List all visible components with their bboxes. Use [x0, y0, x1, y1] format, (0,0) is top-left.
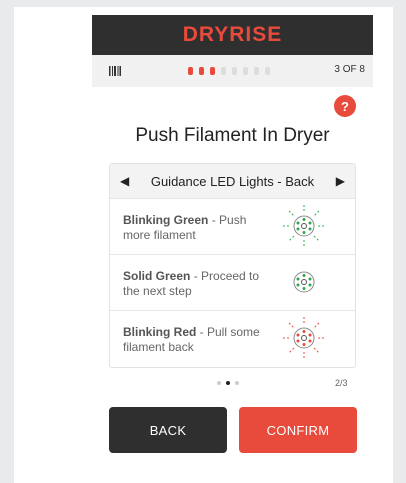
pager-dot[interactable]	[235, 381, 239, 385]
progress-dot	[232, 67, 237, 75]
progress-dot	[188, 67, 193, 75]
step-counter: 3 OF 8	[334, 64, 365, 75]
guidance-row: Blinking Red - Pull some filament back	[110, 310, 355, 366]
pager-dot[interactable]	[226, 381, 230, 385]
guidance-row: Blinking Green - Push more filament	[110, 198, 355, 254]
page-title: Push Filament In Dryer	[135, 125, 330, 146]
guidance-row-text: Blinking Red - Pull some filament back	[123, 325, 273, 355]
guidance-row-text: Blinking Green - Push more filament	[123, 213, 273, 243]
guidance-row-text: Solid Green - Proceed to the next step	[123, 269, 273, 299]
progress-dot	[210, 67, 215, 75]
guidance-header: ◀ Guidance LED Lights - Back ▶	[110, 164, 355, 198]
pager-counter: 2/3	[335, 378, 348, 388]
guidance-title: Guidance LED Lights - Back	[150, 173, 315, 189]
guidance-card: ◀ Guidance LED Lights - Back ▶ Blinking …	[109, 163, 356, 368]
blinking-red-led-icon	[283, 317, 325, 359]
blinking-green-led-icon	[283, 205, 325, 247]
progress-dot	[221, 67, 226, 75]
pager-dot[interactable]	[217, 381, 221, 385]
prev-arrow-icon[interactable]: ◀	[120, 174, 129, 188]
app-panel: DRYRISE 3 OF 8 ? Push Filament In Dryer …	[92, 15, 373, 475]
help-button[interactable]: ?	[334, 95, 356, 117]
confirm-button[interactable]: CONFIRM	[239, 407, 357, 453]
state-label: Solid Green	[123, 269, 191, 283]
brand-logo: DRYRISE	[182, 23, 283, 46]
next-arrow-icon[interactable]: ▶	[336, 174, 345, 188]
guidance-row: Solid Green - Proceed to the next step	[110, 254, 355, 310]
progress-dot	[254, 67, 259, 75]
solid-green-led-icon	[293, 271, 315, 293]
screen: DRYRISE 3 OF 8 ? Push Filament In Dryer …	[14, 7, 393, 483]
progress-dot	[265, 67, 270, 75]
progress-dot	[243, 67, 248, 75]
pager-dots	[217, 381, 239, 385]
barcode-icon	[109, 66, 121, 76]
step-progress-indicator	[188, 67, 270, 75]
progress-dot	[199, 67, 204, 75]
back-button[interactable]: BACK	[109, 407, 227, 453]
state-label: Blinking Green	[123, 213, 209, 227]
status-bar: 3 OF 8	[92, 55, 373, 87]
state-label: Blinking Red	[123, 325, 197, 339]
top-bar: DRYRISE	[92, 15, 373, 55]
